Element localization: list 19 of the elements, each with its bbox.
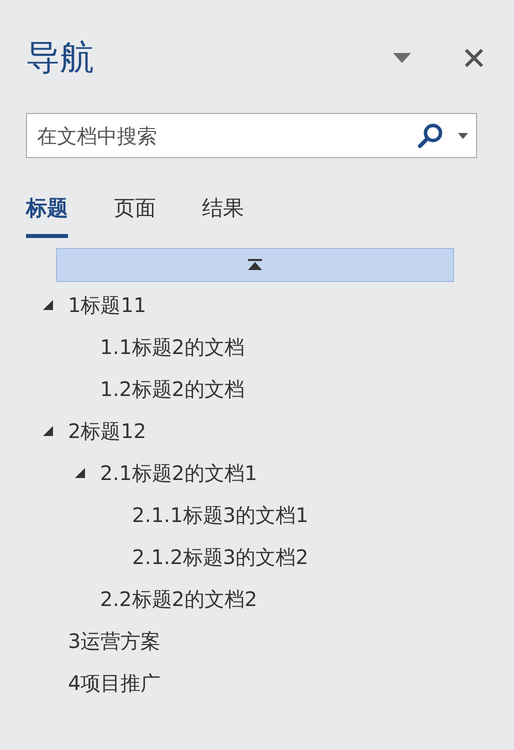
heading-item[interactable]: 3运营方案 [68,628,161,654]
heading-item[interactable]: 2.1.1标题3的文档1 [132,502,308,528]
collapse-all-icon [247,259,263,271]
heading-item[interactable]: 1.2标题2的文档 [100,376,245,402]
tab[interactable]: 标题 [26,194,68,238]
search-icon[interactable] [416,122,444,150]
search-box[interactable]: 在文档中搜索 [26,113,477,158]
heading-item[interactable]: 4项目推广 [68,670,161,696]
search-field[interactable]: 在文档中搜索 [35,122,416,148]
tab[interactable]: 页面 [114,194,156,238]
tab[interactable]: 结果 [202,194,244,238]
heading-item[interactable]: 1标题11 [68,292,146,318]
heading-item[interactable]: 2.2标题2的文档2 [100,586,258,612]
pane-title: 导航 [26,37,95,80]
heading-item[interactable]: 2.1标题2的文档1 [100,460,258,486]
dropdown-arrow-icon[interactable] [458,132,468,138]
heading-item[interactable]: 2标题12 [68,418,146,444]
heading-item[interactable]: 1.1标题2的文档 [100,334,245,360]
heading-item[interactable]: 2.1.2标题3的文档2 [132,544,308,570]
